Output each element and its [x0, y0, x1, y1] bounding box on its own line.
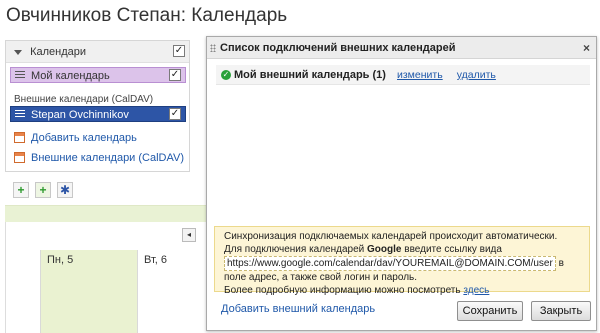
- calendars-panel-header[interactable]: Календари ✓: [6, 41, 189, 63]
- external-calendar-row: ✓ Мой внешний календарь (1) изменить уда…: [216, 65, 590, 85]
- add-event-button[interactable]: +: [13, 182, 29, 198]
- dialog-title: Список подключений внешних календарей: [220, 42, 456, 54]
- dialog-header[interactable]: Список подключений внешних календарей ×: [207, 37, 596, 59]
- info-text: введите ссылку вида: [401, 244, 502, 255]
- gear-icon: ✱: [59, 183, 71, 197]
- calendar-item-label: Stepan Ovchinnikov: [31, 109, 129, 121]
- calendar-external-checkbox[interactable]: ✓: [169, 108, 181, 120]
- external-calendars-dialog: Список подключений внешних календарей × …: [206, 36, 597, 331]
- external-calendar-name: Мой внешний календарь (1): [234, 69, 386, 81]
- calendar-header-band: [5, 205, 210, 222]
- info-line: Более подробную информацию можно посмотр…: [224, 284, 580, 297]
- check-circle-icon: ✓: [221, 70, 231, 80]
- info-line: https://www.google.com/calendar/dav/YOUR…: [224, 256, 580, 271]
- day-label: Вт, 6: [144, 254, 168, 266]
- calendar-icon: [14, 152, 25, 163]
- info-text: Более подробную информацию можно посмотр…: [224, 285, 464, 296]
- info-text: Для подключения календарей: [224, 244, 368, 255]
- calendar-menu-icon[interactable]: [15, 71, 25, 80]
- calendar-plus-icon: +: [39, 183, 47, 197]
- info-line: поле адрес, а также свой логин и пароль.: [224, 272, 418, 283]
- calendar-item-my[interactable]: Мой календарь ✓: [10, 67, 186, 83]
- calendar-icon: [14, 132, 25, 143]
- edit-link[interactable]: изменить: [397, 69, 443, 81]
- delete-link[interactable]: удалить: [457, 69, 496, 81]
- calendars-header-label: Календари: [30, 46, 86, 58]
- add-calendar-link[interactable]: Добавить календарь: [14, 130, 137, 146]
- settings-button[interactable]: ✱: [57, 182, 73, 198]
- info-box: Синхронизация подключаемых календарей пр…: [214, 226, 590, 296]
- info-text: в: [555, 258, 564, 269]
- add-external-calendar-link[interactable]: Добавить внешний календарь: [221, 303, 375, 315]
- day-column-tuesday[interactable]: Вт, 6: [137, 250, 210, 333]
- day-label: Пн, 5: [47, 254, 74, 266]
- external-calendars-link[interactable]: Внешние календари (CalDAV): [14, 150, 184, 166]
- external-calendars-heading: Внешние календари (CalDAV): [14, 94, 154, 105]
- calendar-menu-icon[interactable]: [15, 110, 25, 119]
- info-line: Синхронизация подключаемых календарей пр…: [224, 231, 558, 242]
- page-title: Овчинников Степан: Календарь: [6, 5, 288, 26]
- close-button[interactable]: Закрыть: [531, 301, 591, 321]
- external-calendars-label[interactable]: Внешние календари (CalDAV): [31, 152, 184, 164]
- prev-period-button[interactable]: ◂: [182, 228, 196, 242]
- info-line: Для подключения календарей Google введит…: [224, 243, 580, 256]
- calendars-all-checkbox[interactable]: ✓: [173, 45, 185, 57]
- calendars-panel: Календари ✓ Мой календарь ✓ Внешние кале…: [5, 40, 190, 172]
- add-calendar-button[interactable]: +: [35, 182, 51, 198]
- calendar-my-checkbox[interactable]: ✓: [169, 69, 181, 81]
- add-calendar-label[interactable]: Добавить календарь: [31, 132, 137, 144]
- calendar-item-external[interactable]: Stepan Ovchinnikov ✓: [10, 106, 186, 122]
- save-button[interactable]: Сохранить: [457, 301, 523, 321]
- example-url: https://www.google.com/calendar/dav/YOUR…: [224, 256, 556, 271]
- more-info-link[interactable]: здесь: [463, 285, 489, 296]
- plus-icon: +: [17, 183, 25, 197]
- close-icon[interactable]: ×: [583, 37, 590, 59]
- drag-handle-icon[interactable]: [210, 44, 216, 52]
- calendar-item-label: Мой календарь: [31, 70, 110, 82]
- info-bold-text: Google: [367, 244, 402, 255]
- day-column-monday[interactable]: Пн, 5: [40, 250, 137, 333]
- collapse-triangle-icon[interactable]: [14, 49, 22, 55]
